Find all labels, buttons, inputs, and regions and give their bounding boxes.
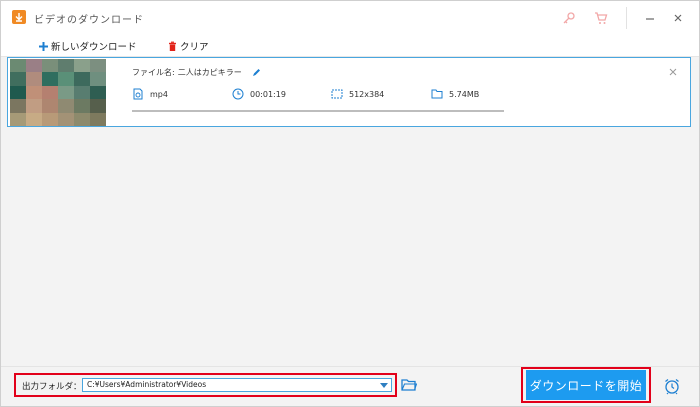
app-logo-icon (12, 10, 26, 24)
clear-label: クリア (180, 42, 209, 53)
video-file-icon (133, 88, 143, 100)
cart-icon[interactable] (593, 10, 609, 26)
filename-value: 二人はカピキラー (177, 68, 242, 77)
format-info: mp4 (132, 88, 168, 100)
minimize-button[interactable] (641, 9, 659, 27)
resolution-value: 512x384 (349, 89, 385, 99)
size-info: 5.74MB (431, 88, 479, 100)
app-window: ビデオのダウンロード 新しいダウンロード クリア ファイル名: 二人はカピキラー… (0, 0, 700, 407)
output-folder-select[interactable]: C:¥Users¥Administrator¥Videos (82, 378, 392, 392)
window-title: ビデオのダウンロード (34, 15, 144, 26)
size-value: 5.74MB (449, 89, 480, 99)
titlebar-divider (626, 7, 627, 29)
open-folder-button[interactable] (401, 377, 418, 391)
title-bar: ビデオのダウンロード (1, 1, 699, 34)
alarm-clock-button[interactable] (663, 377, 681, 395)
new-download-button[interactable]: 新しいダウンロード (38, 38, 137, 54)
duration-value: 00:01:19 (250, 89, 286, 99)
filename-label: ファイル名: (132, 68, 175, 77)
output-folder-group: 出力フォルダ： C:¥Users¥Administrator¥Videos (14, 373, 397, 397)
start-download-button[interactable]: ダウンロードを開始 (526, 370, 646, 400)
video-thumbnail (10, 59, 106, 126)
new-download-label: 新しいダウンロード (51, 42, 137, 53)
alarm-clock-icon (665, 379, 679, 395)
remove-item-button[interactable] (668, 62, 678, 76)
output-folder-path: C:¥Users¥Administrator¥Videos (87, 380, 207, 389)
minimize-icon (646, 18, 654, 20)
close-icon (674, 14, 682, 22)
filename-row: ファイル名: 二人はカピキラー (132, 67, 261, 78)
clock-icon (232, 88, 244, 100)
clear-button[interactable]: クリア (167, 38, 209, 54)
duration-info: 00:01:19 (232, 88, 286, 100)
download-progress-bar (132, 110, 504, 112)
format-value: mp4 (150, 89, 168, 99)
key-icon[interactable] (561, 10, 577, 26)
download-item[interactable]: ファイル名: 二人はカピキラー mp4 00:01:19 512x384 5.7… (7, 57, 691, 127)
trash-icon (169, 41, 176, 51)
pencil-icon[interactable] (252, 68, 261, 77)
toolbar: 新しいダウンロード クリア (1, 34, 699, 57)
folder-icon (401, 379, 418, 391)
plus-icon (39, 41, 48, 51)
bottom-bar: 出力フォルダ： C:¥Users¥Administrator¥Videos ダウ… (1, 366, 699, 406)
close-button[interactable] (669, 9, 687, 27)
resolution-info: 512x384 (331, 88, 384, 100)
folder-size-icon (431, 89, 443, 99)
download-list: ファイル名: 二人はカピキラー mp4 00:01:19 512x384 5.7… (1, 57, 699, 366)
output-folder-label: 出力フォルダ： (22, 382, 82, 392)
close-icon (669, 68, 677, 76)
resolution-icon (331, 89, 343, 99)
chevron-down-icon[interactable] (380, 383, 388, 388)
